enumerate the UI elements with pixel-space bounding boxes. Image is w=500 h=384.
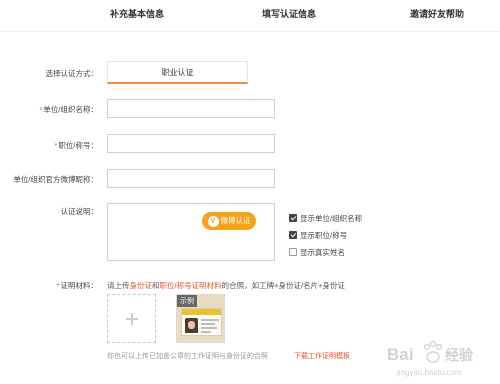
org-name-label: *单位/组织名称： xyxy=(0,104,98,115)
instruction-text: 和 xyxy=(152,281,160,290)
weibo-nickname-input[interactable] xyxy=(107,169,275,188)
sample-tag: 示例 xyxy=(177,295,197,307)
weibo-v-icon: V xyxy=(207,216,219,227)
option-label: 显示真实姓名 xyxy=(300,248,345,257)
checkbox-checked[interactable] xyxy=(289,214,297,222)
materials-hint: 你也可以上传已加盖公章的工作证明与身份证的合照 xyxy=(107,353,268,360)
baidu-jingyan-watermark: Bai 经验 jingyan.baidu.com xyxy=(387,340,474,377)
option-label: 显示职位/称号 xyxy=(300,231,348,240)
svg-text:jingyan.baidu.com: jingyan.baidu.com xyxy=(396,368,462,377)
plus-icon xyxy=(125,312,138,325)
weibo-nickname-label: 单位/组织官方微博昵称： xyxy=(13,175,98,184)
org-name-label-text: 单位/组织名称： xyxy=(43,105,98,114)
required-mark: * xyxy=(54,141,58,150)
option-show-title[interactable]: 显示职位/称号 xyxy=(289,230,347,241)
checkbox-checked[interactable] xyxy=(289,231,297,239)
paw-icon xyxy=(423,340,443,363)
materials-label-text: 证明材料： xyxy=(60,281,99,290)
step-header: 补充基本信息 填写认证信息 邀请好友帮助 xyxy=(0,0,500,32)
checkbox-unchecked[interactable] xyxy=(289,248,297,256)
weibo-auth-button[interactable]: V 微博认证 xyxy=(202,212,256,230)
instruction-text: 的合照，如工牌+身份证/名片+身份证 xyxy=(221,281,345,290)
instruction-text: 请上传 xyxy=(107,281,130,290)
required-mark: * xyxy=(56,281,60,290)
title-label-text: 职位/称号： xyxy=(58,141,98,150)
portrait-icon xyxy=(185,318,198,333)
id-card-highlight: 身份证 xyxy=(129,281,153,290)
sample-image[interactable]: 示例 xyxy=(176,294,225,343)
step-auth-info[interactable]: 填写认证信息 xyxy=(262,7,316,20)
org-name-input[interactable] xyxy=(107,99,275,118)
option-show-org-name[interactable]: 显示单位/组织名称 xyxy=(289,213,362,224)
required-mark: * xyxy=(39,105,43,114)
auth-method-label: 选择认证方式： xyxy=(45,69,99,78)
title-label: *职位/称号： xyxy=(0,140,98,151)
download-template-link[interactable]: 下载工作证明模板 xyxy=(294,351,350,361)
step-invite-friends[interactable]: 邀请好友帮助 xyxy=(410,7,464,20)
svg-text:经验: 经验 xyxy=(445,347,474,364)
option-label: 显示单位/组织名称 xyxy=(300,214,363,223)
description-label: 认证说明： xyxy=(60,207,99,216)
tab-professional-auth[interactable]: 职业认证 xyxy=(107,61,248,84)
step-basic-info[interactable]: 补充基本信息 xyxy=(110,7,164,20)
materials-instructions: 请上传身份证和职位/称号证明材料的合照，如工牌+身份证/名片+身份证 xyxy=(107,280,345,291)
upload-button[interactable] xyxy=(107,294,156,343)
id-card-illustration xyxy=(181,308,222,336)
title-input[interactable] xyxy=(107,134,275,153)
title-proof-highlight: 职位/称号证明材料 xyxy=(159,281,222,290)
weibo-auth-button-label: 微博认证 xyxy=(220,216,251,225)
option-show-real-name[interactable]: 显示真实姓名 xyxy=(289,247,345,258)
svg-text:Bai: Bai xyxy=(387,345,413,364)
materials-label: *证明材料： xyxy=(0,280,98,291)
